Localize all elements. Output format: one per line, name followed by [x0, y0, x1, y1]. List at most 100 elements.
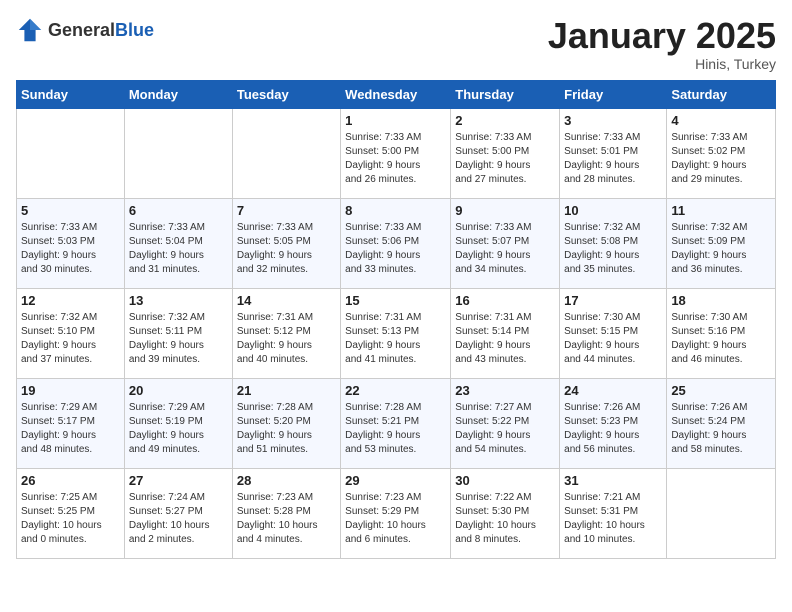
day-detail: Sunrise: 7:23 AM Sunset: 5:28 PM Dayligh…: [237, 491, 336, 547]
day-detail: Sunrise: 7:30 AM Sunset: 5:15 PM Dayligh…: [564, 311, 662, 367]
day-detail: Sunrise: 7:32 AM Sunset: 5:08 PM Dayligh…: [564, 221, 662, 277]
header-tuesday: Tuesday: [232, 80, 340, 108]
day-number: 15: [345, 293, 446, 308]
day-number: 28: [237, 473, 336, 488]
day-detail: Sunrise: 7:32 AM Sunset: 5:09 PM Dayligh…: [671, 221, 771, 277]
day-detail: Sunrise: 7:23 AM Sunset: 5:29 PM Dayligh…: [345, 491, 446, 547]
day-detail: Sunrise: 7:21 AM Sunset: 5:31 PM Dayligh…: [564, 491, 662, 547]
day-detail: Sunrise: 7:25 AM Sunset: 5:25 PM Dayligh…: [21, 491, 120, 547]
day-detail: Sunrise: 7:33 AM Sunset: 5:04 PM Dayligh…: [129, 221, 228, 277]
day-detail: Sunrise: 7:33 AM Sunset: 5:00 PM Dayligh…: [455, 131, 555, 187]
day-number: 30: [455, 473, 555, 488]
day-number: 7: [237, 203, 336, 218]
header-monday: Monday: [124, 80, 232, 108]
calendar-cell: [17, 108, 125, 198]
calendar-cell: 1 Sunrise: 7:33 AM Sunset: 5:00 PM Daylig…: [341, 108, 451, 198]
day-number: 2: [455, 113, 555, 128]
calendar-cell: 17Sunrise: 7:30 AM Sunset: 5:15 PM Dayli…: [560, 288, 667, 378]
header-saturday: Saturday: [667, 80, 776, 108]
calendar-cell: 22Sunrise: 7:28 AM Sunset: 5:21 PM Dayli…: [341, 378, 451, 468]
calendar-week-row: 1 Sunrise: 7:33 AM Sunset: 5:00 PM Daylig…: [17, 108, 776, 198]
day-number: 13: [129, 293, 228, 308]
calendar-cell: [232, 108, 340, 198]
calendar-cell: 13 Sunrise: 7:32 AM Sunset: 5:11 PM Dayli…: [124, 288, 232, 378]
calendar-week-row: 5 Sunrise: 7:33 AM Sunset: 5:03 PM Daylig…: [17, 198, 776, 288]
day-number: 1: [345, 113, 446, 128]
day-number: 5: [21, 203, 120, 218]
day-number: 29: [345, 473, 446, 488]
day-detail: Sunrise: 7:26 AM Sunset: 5:23 PM Dayligh…: [564, 401, 662, 457]
day-number: 16: [455, 293, 555, 308]
calendar-cell: 31 Sunrise: 7:21 AM Sunset: 5:31 PM Dayli…: [560, 468, 667, 558]
calendar-week-row: 19 Sunrise: 7:29 AM Sunset: 5:17 PM Dayli…: [17, 378, 776, 468]
day-detail: Sunrise: 7:29 AM Sunset: 5:17 PM Dayligh…: [21, 401, 120, 457]
day-number: 21: [237, 383, 336, 398]
day-number: 20: [129, 383, 228, 398]
day-number: 23: [455, 383, 555, 398]
logo-icon: [16, 16, 44, 44]
calendar-cell: 5 Sunrise: 7:33 AM Sunset: 5:03 PM Daylig…: [17, 198, 125, 288]
calendar-cell: 18 Sunrise: 7:30 AM Sunset: 5:16 PM Dayli…: [667, 288, 776, 378]
day-detail: Sunrise: 7:28 AM Sunset: 5:20 PM Dayligh…: [237, 401, 336, 457]
day-detail: Sunrise: 7:22 AM Sunset: 5:30 PM Dayligh…: [455, 491, 555, 547]
day-detail: Sunrise: 7:32 AM Sunset: 5:11 PM Dayligh…: [129, 311, 228, 367]
day-detail: Sunrise: 7:33 AM Sunset: 5:05 PM Dayligh…: [237, 221, 336, 277]
calendar-table: SundayMondayTuesdayWednesdayThursdayFrid…: [16, 80, 776, 559]
day-detail: Sunrise: 7:33 AM Sunset: 5:03 PM Dayligh…: [21, 221, 120, 277]
day-number: 10: [564, 203, 662, 218]
logo-text-general: General: [48, 20, 115, 40]
calendar-cell: 25Sunrise: 7:26 AM Sunset: 5:24 PM Dayli…: [667, 378, 776, 468]
day-number: 19: [21, 383, 120, 398]
day-number: 4: [671, 113, 771, 128]
calendar-cell: 29 Sunrise: 7:23 AM Sunset: 5:29 PM Dayli…: [341, 468, 451, 558]
calendar-cell: 15Sunrise: 7:31 AM Sunset: 5:13 PM Dayli…: [341, 288, 451, 378]
day-detail: Sunrise: 7:33 AM Sunset: 5:02 PM Dayligh…: [671, 131, 771, 187]
header-wednesday: Wednesday: [341, 80, 451, 108]
logo: GeneralBlue: [16, 16, 154, 44]
calendar-title-block: January 2025 Hinis, Turkey: [548, 16, 776, 72]
calendar-cell: 14 Sunrise: 7:31 AM Sunset: 5:12 PM Dayli…: [232, 288, 340, 378]
day-detail: Sunrise: 7:26 AM Sunset: 5:24 PM Dayligh…: [671, 401, 771, 457]
day-detail: Sunrise: 7:31 AM Sunset: 5:12 PM Dayligh…: [237, 311, 336, 367]
day-number: 26: [21, 473, 120, 488]
day-number: 14: [237, 293, 336, 308]
day-detail: Sunrise: 7:27 AM Sunset: 5:22 PM Dayligh…: [455, 401, 555, 457]
day-number: 12: [21, 293, 120, 308]
day-number: 3: [564, 113, 662, 128]
day-number: 18: [671, 293, 771, 308]
calendar-cell: 2 Sunrise: 7:33 AM Sunset: 5:00 PM Daylig…: [451, 108, 560, 198]
calendar-cell: 3 Sunrise: 7:33 AM Sunset: 5:01 PM Daylig…: [560, 108, 667, 198]
day-detail: Sunrise: 7:33 AM Sunset: 5:01 PM Dayligh…: [564, 131, 662, 187]
day-number: 31: [564, 473, 662, 488]
calendar-week-row: 26 Sunrise: 7:25 AM Sunset: 5:25 PM Dayli…: [17, 468, 776, 558]
calendar-cell: 9Sunrise: 7:33 AM Sunset: 5:07 PM Daylig…: [451, 198, 560, 288]
calendar-subtitle: Hinis, Turkey: [548, 56, 776, 72]
calendar-cell: 27 Sunrise: 7:24 AM Sunset: 5:27 PM Dayli…: [124, 468, 232, 558]
day-number: 8: [345, 203, 446, 218]
day-detail: Sunrise: 7:24 AM Sunset: 5:27 PM Dayligh…: [129, 491, 228, 547]
calendar-cell: 28 Sunrise: 7:23 AM Sunset: 5:28 PM Dayli…: [232, 468, 340, 558]
day-detail: Sunrise: 7:33 AM Sunset: 5:00 PM Dayligh…: [345, 131, 446, 187]
calendar-cell: 11 Sunrise: 7:32 AM Sunset: 5:09 PM Dayli…: [667, 198, 776, 288]
calendar-cell: 10 Sunrise: 7:32 AM Sunset: 5:08 PM Dayli…: [560, 198, 667, 288]
calendar-cell: 4 Sunrise: 7:33 AM Sunset: 5:02 PM Daylig…: [667, 108, 776, 198]
calendar-cell: 16Sunrise: 7:31 AM Sunset: 5:14 PM Dayli…: [451, 288, 560, 378]
calendar-cell: 20Sunrise: 7:29 AM Sunset: 5:19 PM Dayli…: [124, 378, 232, 468]
header-sunday: Sunday: [17, 80, 125, 108]
day-detail: Sunrise: 7:33 AM Sunset: 5:06 PM Dayligh…: [345, 221, 446, 277]
day-number: 11: [671, 203, 771, 218]
day-number: 6: [129, 203, 228, 218]
day-detail: Sunrise: 7:33 AM Sunset: 5:07 PM Dayligh…: [455, 221, 555, 277]
day-number: 27: [129, 473, 228, 488]
logo-wordmark: GeneralBlue: [48, 20, 154, 41]
header-friday: Friday: [560, 80, 667, 108]
calendar-cell: 21 Sunrise: 7:28 AM Sunset: 5:20 PM Dayli…: [232, 378, 340, 468]
day-number: 22: [345, 383, 446, 398]
calendar-cell: 12Sunrise: 7:32 AM Sunset: 5:10 PM Dayli…: [17, 288, 125, 378]
day-detail: Sunrise: 7:30 AM Sunset: 5:16 PM Dayligh…: [671, 311, 771, 367]
calendar-cell: 30 Sunrise: 7:22 AM Sunset: 5:30 PM Dayli…: [451, 468, 560, 558]
calendar-cell: 8 Sunrise: 7:33 AM Sunset: 5:06 PM Daylig…: [341, 198, 451, 288]
calendar-cell: 7 Sunrise: 7:33 AM Sunset: 5:05 PM Daylig…: [232, 198, 340, 288]
calendar-cell: [667, 468, 776, 558]
calendar-week-row: 12Sunrise: 7:32 AM Sunset: 5:10 PM Dayli…: [17, 288, 776, 378]
